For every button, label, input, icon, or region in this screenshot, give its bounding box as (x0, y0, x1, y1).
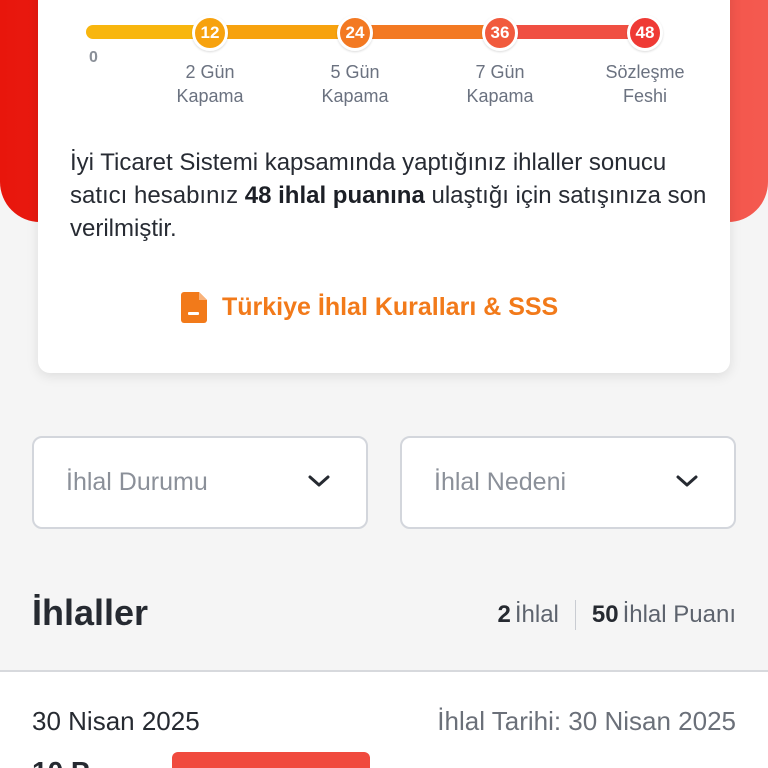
progress-label-line2: Kapama (466, 86, 534, 106)
progress-node-12: 12 (192, 15, 228, 51)
progress-label-line1: 5 Gün (330, 62, 380, 82)
violation-row-meta: İhlal Tarihi: 30 Nisan 2025 (437, 706, 736, 736)
progress-label-line1: 2 Gün (185, 62, 235, 82)
progress-label-line1: Sözleşme (605, 62, 685, 82)
penalty-message: İyi Ticaret Sistemi kapsamında yaptığını… (70, 146, 710, 245)
violation-points-label: İhlal Puanı (622, 601, 736, 628)
rules-faq-link-text: Türkiye İhlal Kuralları & SSS (222, 292, 559, 321)
violation-row-points: 10 P (32, 756, 90, 768)
message-text-bold: 48 ihlal puanına (244, 182, 425, 209)
violation-points: 50 (591, 601, 619, 628)
progress-segment-3 (356, 25, 501, 39)
progress-segment-4 (501, 25, 641, 39)
progress-start-label: 0 (89, 49, 98, 66)
violation-count-label: İhlal (514, 601, 559, 628)
progress-label-12: 2 Gün Kapama (150, 60, 270, 108)
progress-segment-1 (86, 25, 198, 39)
violation-row-date[interactable]: 30 Nisan 2025 (32, 706, 200, 737)
progress-label-line2: Kapama (321, 86, 389, 106)
violation-status-select[interactable]: İhlal Durumu (32, 436, 368, 529)
progress-label-line2: Kapama (176, 86, 244, 106)
chevron-down-icon (674, 472, 700, 490)
progress-label-line2: Feshi (622, 86, 667, 106)
violation-count: 2 (497, 601, 511, 628)
progress-label-36: 7 Gün Kapama (440, 60, 560, 108)
violations-title: İhlaller (32, 592, 149, 633)
progress-node-48: 48 (627, 15, 663, 51)
progress-label-24: 5 Gün Kapama (295, 60, 415, 108)
summary-divider (574, 600, 576, 630)
progress-label-48: Sözleşme Feshi (585, 60, 705, 108)
violation-row-badge (172, 752, 370, 768)
violations-summary: 2 İhlal 50 İhlal Puanı (497, 600, 736, 630)
progress-label-line1: 7 Gün (475, 62, 525, 82)
chevron-down-icon (306, 472, 332, 490)
penalty-progress: 0 12 24 36 48 2 Gün Kapama 5 Gün Kapama … (38, 0, 730, 120)
document-icon (180, 290, 210, 324)
violation-reason-placeholder: İhlal Nedeni (434, 468, 567, 496)
progress-node-24: 24 (337, 15, 373, 51)
progress-node-36: 36 (482, 15, 518, 51)
violation-reason-select[interactable]: İhlal Nedeni (400, 436, 736, 529)
violation-status-placeholder: İhlal Durumu (66, 468, 208, 496)
rules-faq-link[interactable]: Türkiye İhlal Kuralları & SSS (180, 290, 558, 324)
